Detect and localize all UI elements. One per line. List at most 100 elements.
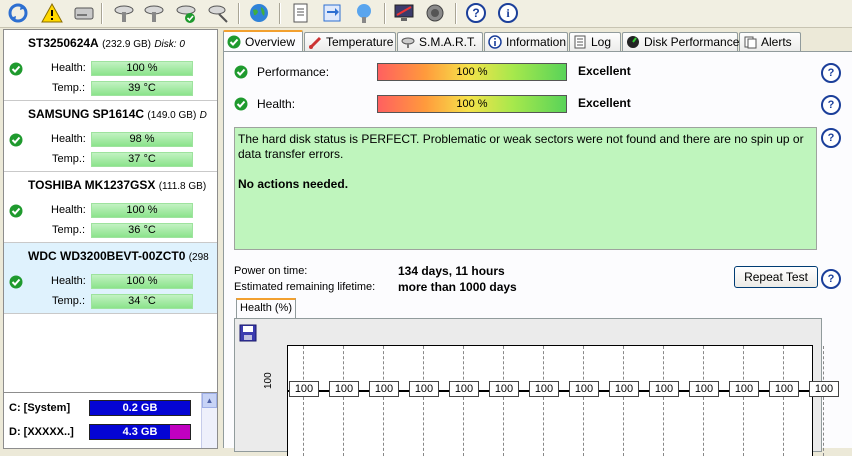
grid-line: [383, 346, 384, 456]
tab-log[interactable]: Log: [569, 32, 621, 51]
data-label: 100: [609, 381, 639, 397]
status-text-box: The hard disk status is PERFECT. Problem…: [234, 127, 817, 250]
info-icon[interactable]: i: [496, 1, 520, 25]
data-label: 100: [489, 381, 519, 397]
monitor-icon[interactable]: [392, 1, 416, 25]
health-ok-icon: [234, 97, 248, 114]
globe-icon[interactable]: [247, 1, 271, 25]
data-label: 100: [729, 381, 759, 397]
data-label: 100: [769, 381, 799, 397]
health-chart-panel: 100 100 100 100 100 100 100 100 100 100 100 100 100 1…: [234, 318, 839, 456]
disk-size: (111.8 GB): [158, 181, 207, 192]
health-bar: 100 %: [91, 61, 193, 76]
disk-name: WDC WD3200BEVT-00ZCT0: [28, 249, 186, 263]
y-tick-label: 100: [263, 372, 274, 389]
tab-label: Overview: [245, 35, 296, 49]
repeat-test-button[interactable]: Repeat Test: [734, 266, 818, 288]
status-ok-icon: [9, 133, 23, 150]
tab-overview[interactable]: Overview: [223, 30, 303, 52]
drive-search-icon[interactable]: [206, 1, 230, 25]
temp-label: Temp.:: [51, 82, 85, 94]
repeat-help-icon[interactable]: ?: [821, 269, 841, 289]
status-ok-icon: [9, 204, 23, 221]
disk-item-1[interactable]: SAMSUNG SP1614C (149.0 GB) D Health: 98 …: [4, 101, 217, 172]
tab-smart[interactable]: S.M.A.R.T.: [397, 32, 483, 51]
disk-item-2[interactable]: TOSHIBA MK1237GSX (111.8 GB) Health: 100…: [4, 172, 217, 243]
partition-bar-c: 0.2 GB: [89, 400, 191, 416]
tab-label: S.M.A.R.T.: [419, 35, 477, 49]
drive-settings-icon[interactable]: [142, 1, 166, 25]
grid-line: [703, 346, 704, 456]
tab-label: Information: [506, 35, 567, 49]
overview-panel: Performance: 100 % Excellent ? Health: 1…: [223, 51, 852, 456]
performance-icon: [626, 35, 640, 49]
disk-name: ST3250624A: [28, 36, 99, 50]
health-chart-plot: 100 100 100 100 100 100 100 100 100 100 100 100 100 1…: [287, 345, 839, 456]
save-icon[interactable]: [239, 324, 257, 345]
svg-text:?: ?: [472, 6, 479, 20]
tab-label: Disk Performance: [644, 35, 740, 49]
tab-information[interactable]: Information: [484, 32, 568, 51]
temp-label: Temp.:: [51, 224, 85, 236]
chart-tab-health[interactable]: Health (%): [236, 298, 296, 318]
toolbar: ? i: [0, 0, 852, 28]
health-label: Health:: [51, 275, 86, 287]
health-label: Health:: [51, 204, 86, 216]
data-label: 100: [649, 381, 679, 397]
disk-size: (232.9 GB): [102, 39, 151, 50]
data-label: 100: [529, 381, 559, 397]
partition-label-d: D: [XXXXX..]: [9, 426, 74, 438]
health-label: Health:: [257, 97, 296, 111]
grid-line: [343, 346, 344, 456]
check-icon: [227, 35, 241, 49]
health-grade: Excellent: [578, 96, 631, 110]
disk-list: ST3250624A (232.9 GB) Disk: 0 Health: 10…: [3, 29, 218, 449]
grid-line: [463, 346, 464, 456]
drive-icon[interactable]: [72, 1, 96, 25]
temp-label: Temp.:: [51, 153, 85, 165]
disk-item-0[interactable]: ST3250624A (232.9 GB) Disk: 0 Health: 10…: [4, 30, 217, 101]
tab-temperature[interactable]: Temperature: [304, 32, 396, 51]
power-on-label: Power on time:: [234, 265, 308, 277]
grid-line: [423, 346, 424, 456]
tab-disk-performance[interactable]: Disk Performance: [622, 32, 740, 51]
notes-icon[interactable]: [288, 1, 312, 25]
refresh-icon[interactable]: [6, 1, 30, 25]
log-icon: [573, 35, 587, 49]
temp-bar: 37 °C: [91, 152, 193, 167]
temp-bar: 34 °C: [91, 294, 193, 309]
alert-icon[interactable]: [40, 1, 64, 25]
thermometer-icon: [308, 35, 322, 49]
scroll-up-icon[interactable]: ▲: [202, 393, 217, 408]
speaker-icon[interactable]: [423, 1, 447, 25]
health-bar: 100 %: [377, 95, 567, 113]
drive-config-icon[interactable]: [112, 1, 136, 25]
data-label: 100: [409, 381, 439, 397]
transfer-icon[interactable]: [320, 1, 344, 25]
help-icon[interactable]: ?: [464, 1, 488, 25]
data-label: 100: [329, 381, 359, 397]
action-text: No actions needed.: [238, 177, 349, 191]
partition-label-c: C: [System]: [9, 402, 71, 414]
disk-item-3[interactable]: WDC WD3200BEVT-00ZCT0 (298 Health: 100 %…: [4, 243, 217, 314]
performance-help-icon[interactable]: ?: [821, 63, 841, 83]
performance-grade: Excellent: [578, 64, 631, 78]
health-help-icon[interactable]: ?: [821, 95, 841, 115]
tab-alerts[interactable]: Alerts: [739, 32, 801, 51]
data-label: 100: [369, 381, 399, 397]
status-text: The hard disk status is PERFECT. Problem…: [238, 132, 804, 161]
tab-bar: Overview Temperature S.M.A.R.T. Informat…: [223, 30, 852, 52]
temp-label: Temp.:: [51, 295, 85, 307]
power-on-value: 134 days, 11 hours: [398, 264, 505, 278]
data-label: 100: [569, 381, 599, 397]
health-label: Health:: [51, 133, 86, 145]
performance-bar: 100 %: [377, 63, 567, 81]
grid-line: [743, 346, 744, 456]
alerts-icon: [743, 35, 757, 49]
health-bar: 100 %: [91, 203, 193, 218]
status-help-icon[interactable]: ?: [821, 128, 841, 148]
scrollbar[interactable]: ▲: [201, 393, 217, 448]
smart-icon: [401, 35, 415, 49]
drive-ok-icon[interactable]: [174, 1, 198, 25]
network-icon[interactable]: [352, 1, 376, 25]
